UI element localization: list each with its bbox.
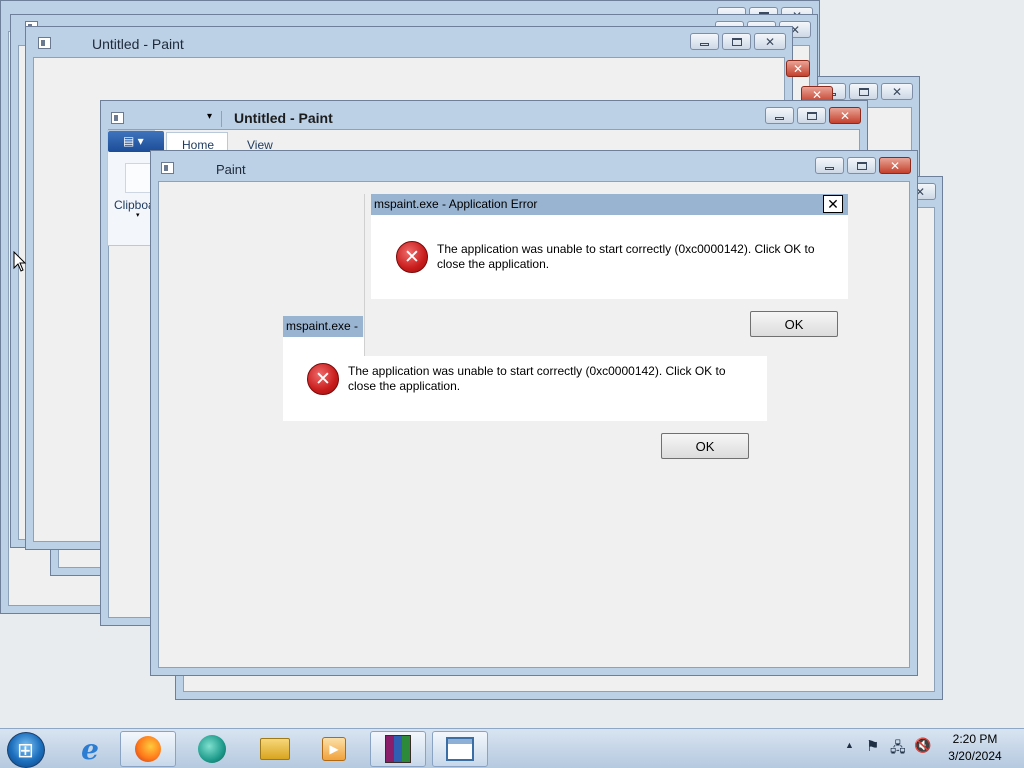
close-icon: ✕ [839,108,851,123]
paint-window-icon [446,737,474,761]
maximize-icon [858,87,869,96]
minimize-button[interactable] [765,107,794,124]
minimize-icon [825,166,834,170]
minimize-icon [700,42,709,46]
minimize-button[interactable] [815,157,844,174]
ok-button[interactable]: OK [750,311,838,337]
close-button[interactable]: ✕ [881,83,913,100]
maximize-button[interactable] [722,33,751,50]
taskbar-media-app[interactable] [184,731,240,767]
media-app-icon [198,735,226,763]
close-icon: ✕ [792,61,804,76]
dialog-close-button[interactable]: ✕ [823,195,843,213]
ok-button[interactable]: OK [661,433,749,459]
paint-app-icon [111,112,124,124]
quick-access-toolbar[interactable]: ▾ [134,111,222,127]
maximize-icon [731,37,742,46]
firefox-icon [135,736,161,762]
dialog-title: mspaint.exe - Application Error [371,194,848,215]
window-title: Untitled - Paint [234,110,333,126]
clock-time: 2:20 PM [952,732,998,746]
internet-explorer-icon: e [81,732,99,766]
window-title: Paint [216,162,246,177]
error-message: The application was unable to start corr… [348,364,726,394]
chevron-down-icon: ▾ [136,212,140,219]
minimize-button[interactable] [690,33,719,50]
window-caption-buttons: ✕ [690,33,786,50]
quick-access-dropdown-icon[interactable]: ▾ [207,111,212,122]
paint-menu-button[interactable]: ▤ ▾ [108,131,164,152]
taskbar-paint-window[interactable] [432,731,488,767]
error-message: The application was unable to start corr… [437,242,815,272]
paste-button[interactable] [125,163,153,193]
maximize-icon [856,161,867,170]
error-icon: ✕ [396,241,428,273]
error-dialog-front: mspaint.exe - Application Error ✕ ✕ The … [364,194,848,356]
media-player-icon: ▶ [322,737,346,761]
start-button[interactable] [7,732,45,768]
minimize-icon [775,116,784,120]
paint-app-icon [38,37,51,49]
close-button[interactable]: ✕ [879,157,911,174]
winrar-icon [385,735,411,763]
dialog-title: mspaint.exe - A [283,316,363,354]
close-icon: ✕ [827,195,839,212]
maximize-button[interactable] [797,107,826,124]
close-button-peek-1[interactable]: ✕ [786,60,810,77]
close-icon: ✕ [811,87,823,102]
action-center-flag-icon[interactable]: ⚑ [866,737,879,755]
mouse-pointer-icon [13,251,27,272]
error-message-line-2: close the application. [437,257,550,271]
taskbar: e ▶ ▲ ⚑ 🖧 🔇 [0,728,1024,768]
window-caption-buttons: ✕ [765,107,861,124]
maximize-icon [806,111,817,120]
volume-muted-icon[interactable]: 🔇 [914,737,931,754]
maximize-button[interactable] [849,83,878,100]
close-icon: ✕ [891,84,903,99]
network-icon[interactable]: 🖧 [890,737,906,761]
close-icon: ✕ [889,158,901,173]
close-button[interactable]: ✕ [829,107,861,124]
close-icon: ✕ [764,34,776,49]
taskbar-media-player[interactable]: ▶ [306,731,362,767]
maximize-button[interactable] [847,157,876,174]
error-message-line-1: The application was unable to start corr… [348,364,726,378]
taskbar-clock[interactable]: 2:20 PM 3/20/2024 [940,731,1010,765]
error-message-line-2: close the application. [348,379,461,393]
paint-menu-icon: ▤ ▾ [123,134,144,148]
clock-date: 3/20/2024 [948,749,1002,763]
error-message-line-1: The application was unable to start corr… [437,242,815,256]
window-caption-buttons: ✕ [815,157,911,174]
paint-app-icon [161,162,174,174]
ribbon-group-clipboard: Clipboa [114,198,155,212]
window-title: Untitled - Paint [92,36,184,52]
taskbar-file-explorer[interactable] [247,731,303,767]
taskbar-internet-explorer[interactable]: e [62,731,118,767]
taskbar-firefox[interactable] [120,731,176,767]
error-icon: ✕ [307,363,339,395]
file-explorer-icon [260,738,290,760]
show-hidden-icons-icon[interactable]: ▲ [845,740,854,750]
taskbar-winrar[interactable] [370,731,426,767]
close-button[interactable]: ✕ [754,33,786,50]
